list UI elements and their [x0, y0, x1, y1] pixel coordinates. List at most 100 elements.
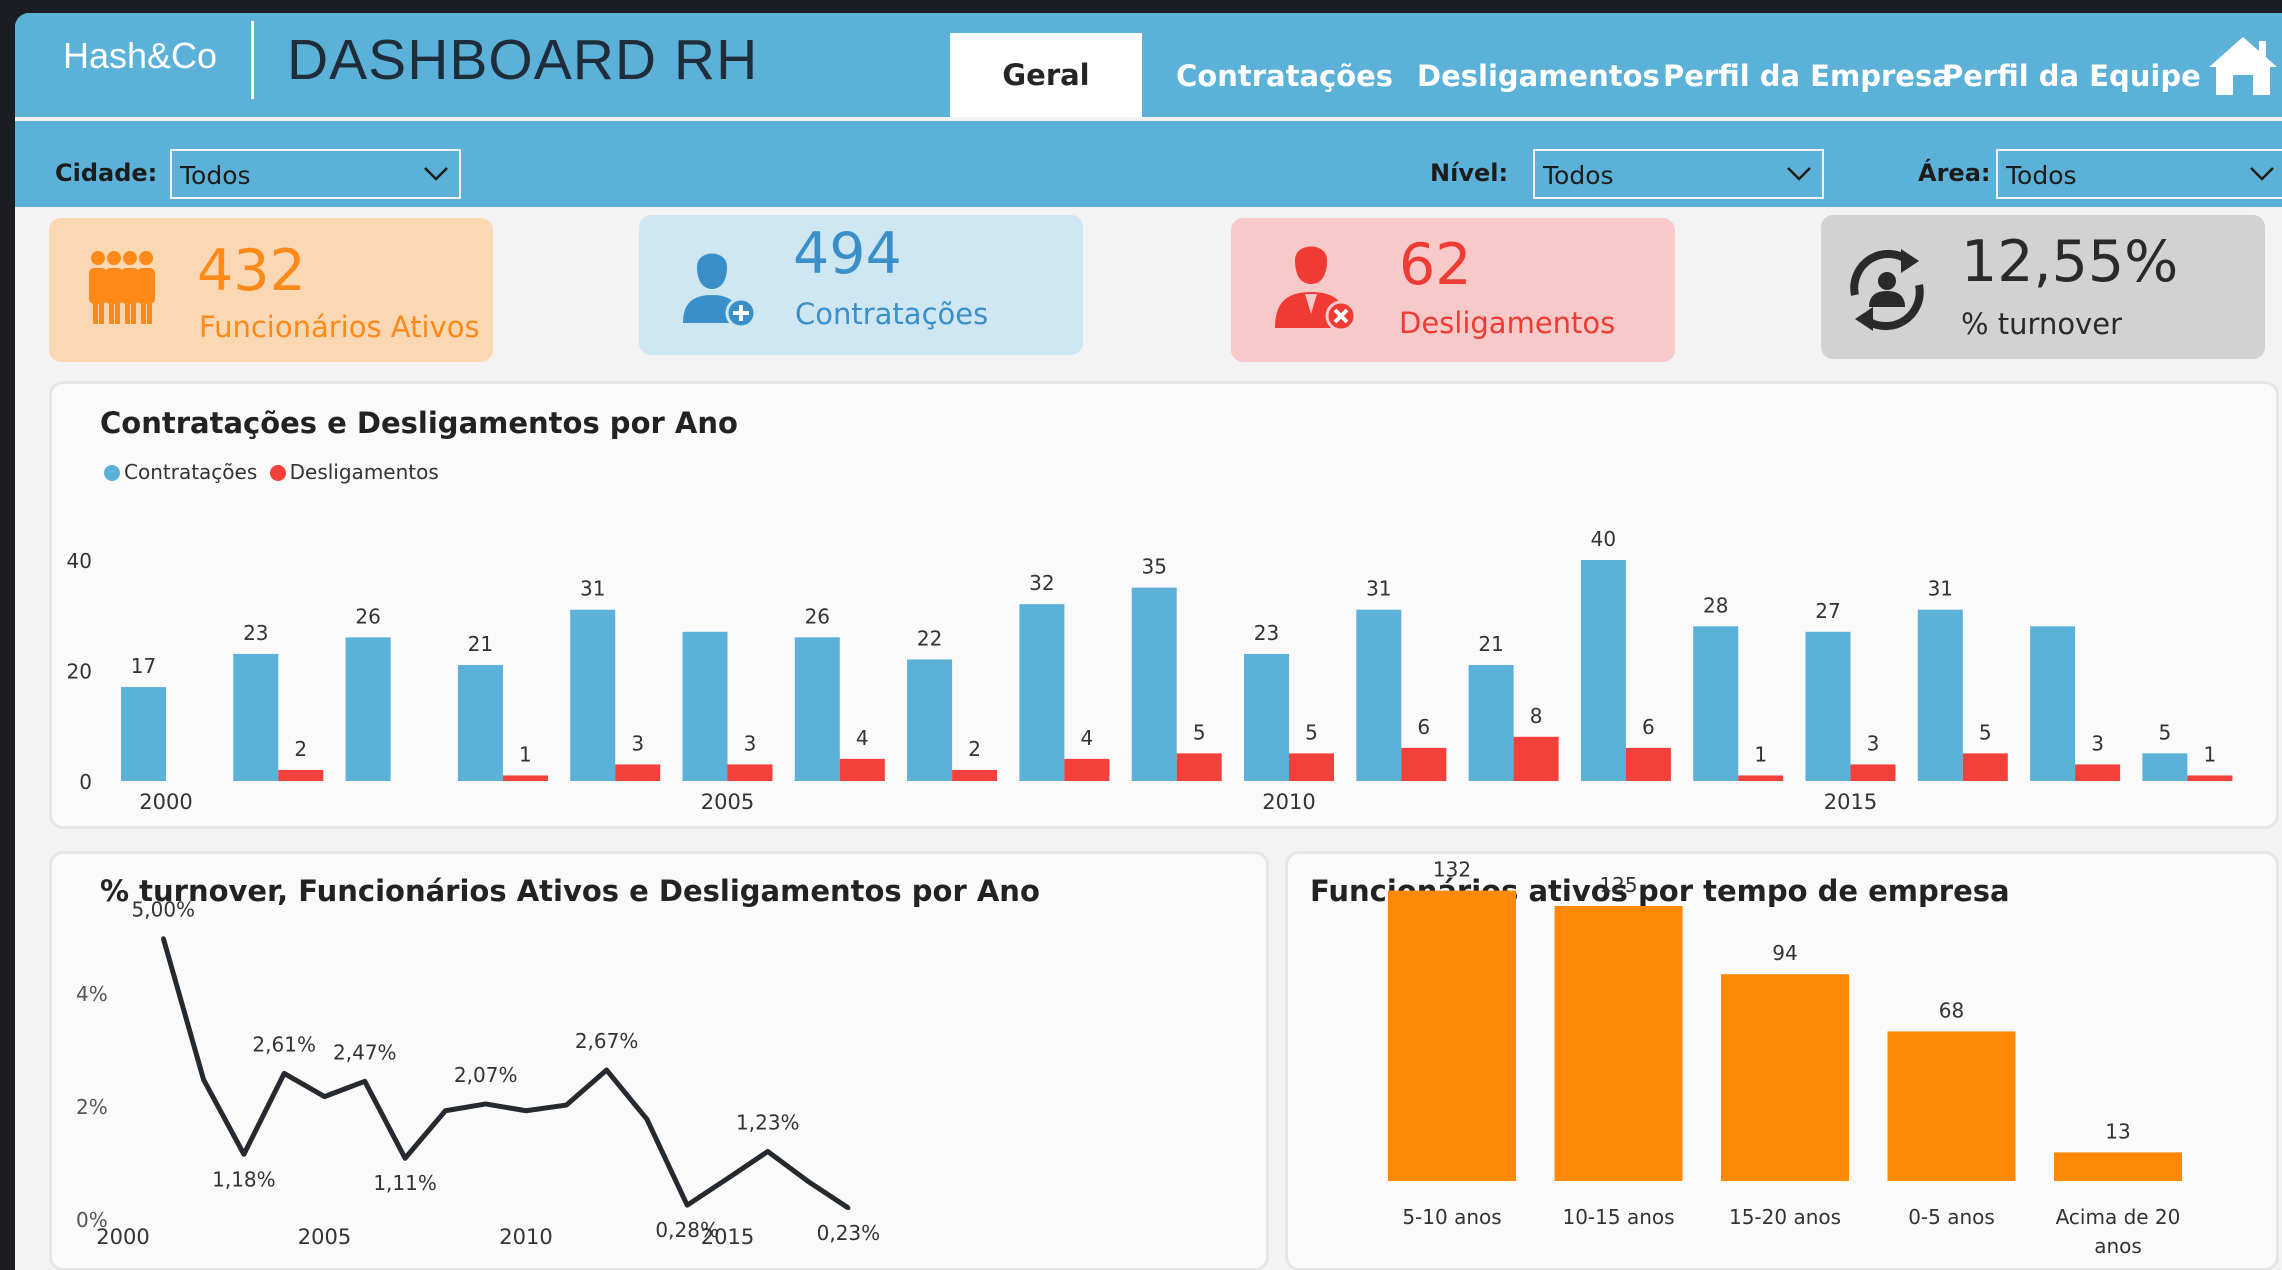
cidade-select[interactable]: Todos	[170, 149, 461, 199]
chevron-down-icon	[1787, 167, 1811, 181]
kpi-turnover-value: 12,55%	[1961, 229, 2179, 295]
bar-desligamentos	[1176, 753, 1222, 781]
line-chart: 0%2%4%2000 2005 2010 20155,00%1,18%2,61% 2,4…	[76, 897, 881, 1249]
data-label: 35	[1141, 555, 1166, 579]
bar-contratacoes	[1693, 626, 1739, 781]
kpi-ativos-value: 432	[197, 238, 306, 304]
line-point	[806, 1179, 811, 1184]
line-point	[604, 1068, 609, 1073]
data-label: 2,47%	[333, 1040, 397, 1064]
data-label: 26	[355, 604, 380, 628]
data-label: 1	[519, 742, 532, 766]
kpi-card-turnover: 12,55% % turnover	[1821, 215, 2265, 359]
data-label: 1	[2204, 742, 2217, 766]
data-label: 3	[631, 731, 644, 755]
panel-turnover: % turnover, Funcionários Ativos e Deslig…	[49, 851, 1269, 1270]
x-category-label: 10-15 anos	[1562, 1205, 1674, 1229]
remove-user-icon	[1275, 246, 1357, 332]
home-icon[interactable]	[2207, 33, 2279, 97]
page-title: DASHBOARD RH	[287, 28, 759, 92]
data-label: 1,11%	[373, 1171, 437, 1195]
bar-desligamentos	[839, 758, 885, 781]
nivel-select[interactable]: Todos	[1533, 149, 1824, 199]
bar-tempo-empresa	[2054, 1152, 2182, 1181]
x-tick-label: 2010	[1262, 790, 1315, 814]
line-point	[524, 1108, 528, 1113]
data-label: 23	[1254, 621, 1279, 645]
y-tick-label: 4%	[76, 982, 108, 1006]
line-point	[644, 1117, 649, 1122]
bar-desligamentos	[615, 764, 661, 781]
tab-desligamentos[interactable]: Desligamentos	[1417, 59, 1660, 93]
dashboard-app: Hash&Co DASHBOARD RH Geral Contratações …	[15, 13, 2282, 1270]
people-group-icon	[89, 251, 155, 324]
bar-tempo-empresa	[1554, 906, 1683, 1181]
bar-desligamentos	[727, 764, 773, 781]
line-point	[282, 1071, 287, 1076]
data-label: 5,00%	[132, 897, 196, 921]
bar-contratacoes	[1131, 587, 1177, 781]
nivel-select-value: Todos	[1543, 161, 1614, 190]
bar-chart: 020401723226211313 3264222324355235316218…	[67, 527, 2233, 814]
bar-contratacoes	[1356, 609, 1402, 781]
filter-label-cidade: Cidade:	[55, 159, 158, 187]
bar-contratacoes	[1019, 604, 1065, 781]
data-label: 31	[1366, 577, 1391, 601]
x-category-label: 5-10 anos	[1402, 1205, 1501, 1229]
data-label: 4	[856, 726, 869, 750]
tab-perfil-empresa[interactable]: Perfil da Empresa	[1663, 59, 1952, 93]
data-label: 31	[580, 577, 605, 601]
area-select-value: Todos	[2006, 161, 2077, 190]
data-label: 28	[1703, 593, 1728, 617]
data-label: 5	[1193, 720, 1206, 744]
filter-label-area: Área:	[1918, 159, 1991, 187]
panel-contratacoes-desligamentos: Contratações e Desligamentos por Ano Con…	[49, 381, 2279, 829]
bar-contratacoes	[345, 637, 391, 781]
bar-contratacoes	[1244, 653, 1289, 781]
data-label: 3	[744, 731, 757, 755]
kpi-contratacoes-value: 494	[793, 221, 902, 287]
bar-desligamentos	[1401, 747, 1447, 781]
bar-contratacoes	[1580, 560, 1626, 781]
data-label: 0,23%	[817, 1221, 881, 1245]
x-category-label: 0-5 anos	[1908, 1205, 1995, 1229]
area-select[interactable]: Todos	[1996, 149, 2282, 199]
data-label: 26	[805, 604, 830, 628]
line-point	[201, 1077, 206, 1082]
data-label: 31	[1928, 577, 1953, 601]
y-tick-label: 20	[67, 660, 92, 684]
data-label: 21	[468, 632, 493, 656]
data-label: 13	[2105, 1119, 2130, 1143]
tab-perfil-equipe[interactable]: Perfil da Equipe	[1942, 59, 2201, 93]
cidade-select-value: Todos	[180, 161, 251, 190]
data-label: 17	[131, 654, 156, 678]
bar-contratacoes	[2030, 626, 2076, 781]
x-tick-label: 2000	[139, 790, 192, 814]
brand-logo: Hash&Co	[63, 35, 218, 76]
bar-tempo-empresa	[1388, 890, 1516, 1181]
bar-desligamentos	[1513, 736, 1559, 781]
kpi-ativos-label: Funcionários Ativos	[199, 310, 480, 344]
data-label: 68	[1939, 998, 1964, 1022]
chevron-down-icon	[2250, 167, 2274, 181]
bar-contratacoes	[907, 659, 953, 781]
data-label: 6	[1642, 715, 1655, 739]
chevron-down-icon	[424, 167, 448, 181]
line-point	[161, 936, 166, 941]
tab-geral[interactable]: Geral	[950, 33, 1142, 117]
bar-desligamentos	[278, 769, 324, 781]
data-label: 1,18%	[212, 1167, 276, 1191]
tab-contratacoes[interactable]: Contratações	[1176, 59, 1393, 93]
bar-desligamentos	[1064, 758, 1110, 781]
y-tick-label: 40	[67, 549, 92, 573]
bar-desligamentos	[952, 769, 998, 781]
bar-contratacoes	[1805, 631, 1851, 781]
x-category-label: anos	[2094, 1234, 2142, 1258]
kpi-desligamentos-label: Desligamentos	[1399, 306, 1616, 340]
data-label: 125	[1599, 873, 1637, 897]
bar-contratacoes	[1917, 609, 1963, 781]
bar-desligamentos	[502, 775, 548, 781]
bar-contratacoes	[233, 653, 279, 781]
bar-contratacoes	[2142, 753, 2188, 781]
add-user-icon	[683, 253, 757, 329]
